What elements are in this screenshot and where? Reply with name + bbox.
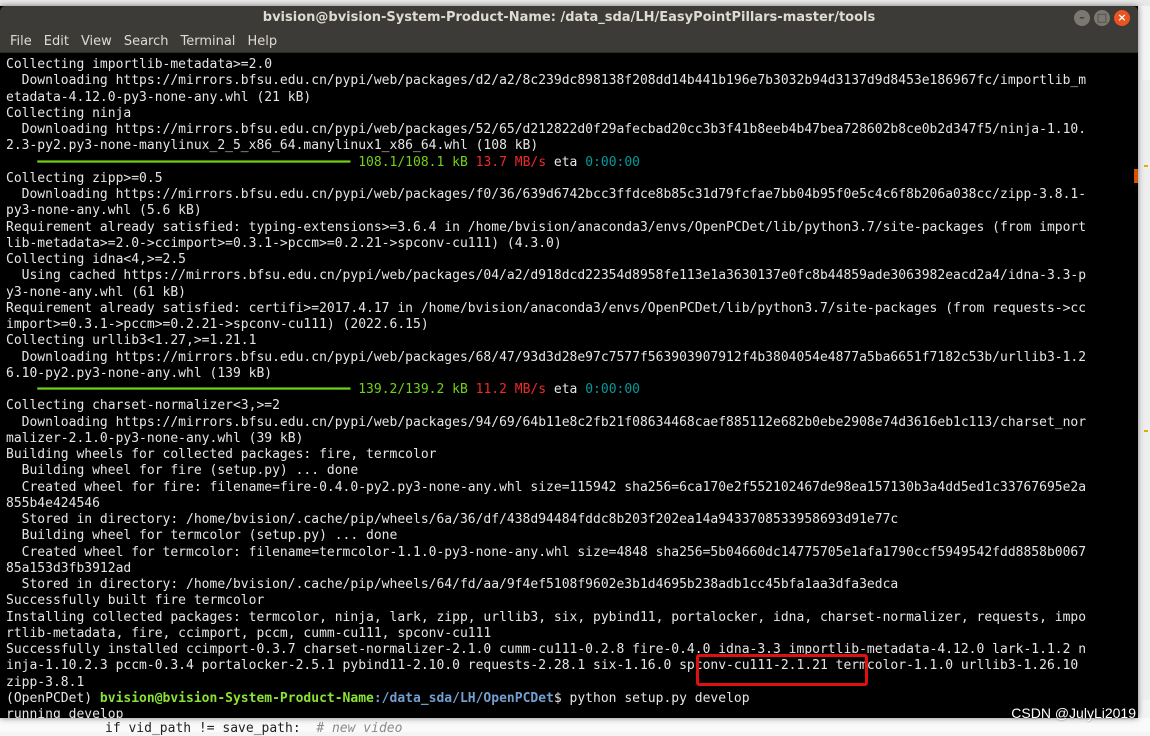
window-controls: – □ × bbox=[1074, 10, 1130, 26]
terminal-line: Requirement already satisfied: certifi>=… bbox=[6, 300, 1087, 316]
terminal-line: Successfully built fire termcolor bbox=[6, 593, 265, 609]
progress-line: ━━━━━━━━━━━━━━━━━━━━━━━━━━━━━━━━━━━━━━━━… bbox=[6, 382, 1128, 398]
terminal-line: y3-none-any.whl (61 kB) bbox=[6, 284, 187, 300]
close-button[interactable]: × bbox=[1114, 10, 1130, 26]
terminal-line: Collecting importlib-metadata>=2.0 bbox=[6, 57, 273, 72]
terminal-line: Stored in directory: /home/bvision/.cach… bbox=[6, 512, 899, 527]
progress-done: 108.1/108.1 kB bbox=[358, 154, 468, 170]
terminal-line: Requirement already satisfied: typing-ex… bbox=[6, 219, 1087, 235]
terminal-line: Collecting ninja bbox=[6, 105, 132, 121]
terminal-line: 6.10-py2.py3-none-any.whl (139 kB) bbox=[6, 365, 273, 381]
window-title: bvision@bvision-System-Product-Name: /da… bbox=[262, 10, 876, 25]
terminal-line: malizer-2.1.0-py3-none-any.whl (39 kB) bbox=[6, 430, 304, 446]
terminal-line: Created wheel for fire: filename=fire-0.… bbox=[6, 479, 1087, 495]
prompt-symbol: $ bbox=[553, 690, 570, 706]
progress-indent bbox=[6, 382, 37, 397]
background-editor-gutter bbox=[1142, 80, 1150, 700]
prompt-env: (OpenPCDet) bbox=[6, 690, 100, 706]
progress-speed: 13.7 MB/s bbox=[475, 154, 547, 170]
terminal-line: running develop bbox=[6, 707, 124, 718]
terminal-line: lib-metadata>=2.0->ccimport>=0.3.1->pccm… bbox=[6, 235, 562, 251]
menu-file[interactable]: File bbox=[4, 34, 38, 49]
highlight-box bbox=[696, 654, 868, 686]
terminal-line: import>=0.3.1->pccm>=0.2.21->spconv-cu11… bbox=[6, 317, 429, 332]
terminal-line: Building wheels for collected packages: … bbox=[6, 447, 437, 462]
maximize-button[interactable]: □ bbox=[1094, 10, 1110, 26]
progress-line: ━━━━━━━━━━━━━━━━━━━━━━━━━━━━━━━━━━━━━━━━… bbox=[6, 155, 1128, 171]
terminal-output[interactable]: Collecting importlib-metadata>=2.0 Downl… bbox=[0, 53, 1138, 718]
terminal-line: Building wheel for fire (setup.py) ... d… bbox=[6, 463, 359, 479]
gutter-mark bbox=[1144, 165, 1148, 167]
terminal-line: Using cached https://mirrors.bfsu.edu.cn… bbox=[6, 268, 1087, 284]
terminal-window: bvision@bvision-System-Product-Name: /da… bbox=[0, 6, 1138, 718]
menu-terminal[interactable]: Terminal bbox=[174, 34, 241, 49]
progress-eta-label: eta bbox=[553, 382, 578, 397]
terminal-line: 2.3-py2.py3-none-manylinux_2_5_x86_64.ma… bbox=[6, 138, 539, 154]
progress-bar: ━━━━━━━━━━━━━━━━━━━━━━━━━━━━━━━━━━━━━━━━ bbox=[37, 154, 351, 170]
terminal-line: Successfully installed ccimport-0.3.7 ch… bbox=[6, 642, 1087, 657]
background-code-line: if vid_path != save_path: # new video bbox=[105, 721, 402, 736]
terminal-line: Downloading https://mirrors.bfsu.edu.cn/… bbox=[6, 414, 1087, 430]
gutter-mark bbox=[1144, 430, 1148, 432]
terminal-line: Collecting charset-normalizer<3,>=2 bbox=[6, 398, 280, 414]
progress-speed: 11.2 MB/s bbox=[475, 382, 547, 397]
prompt-user-host: bvision@bvision-System-Product-Name bbox=[99, 690, 374, 706]
shell-prompt: (OpenPCDet) bvision@bvision-System-Produ… bbox=[6, 691, 1128, 707]
progress-done: 139.2/139.2 kB bbox=[358, 382, 468, 397]
terminal-line: etadata-4.12.0-py3-none-any.whl (21 kB) bbox=[6, 89, 312, 105]
terminal-line: Building wheel for termcolor (setup.py) … bbox=[6, 528, 398, 544]
menu-edit[interactable]: Edit bbox=[38, 34, 75, 49]
background-code-comment: # new video bbox=[316, 721, 403, 736]
terminal-line: Downloading https://mirrors.bfsu.edu.cn/… bbox=[6, 349, 1087, 365]
minimize-button[interactable]: – bbox=[1074, 10, 1090, 26]
terminal-line: Created wheel for termcolor: filename=te… bbox=[6, 544, 1087, 560]
terminal-lines: Collecting importlib-metadata>=2.0 Downl… bbox=[6, 57, 1128, 718]
terminal-line: Installing collected packages: termcolor… bbox=[6, 609, 1087, 625]
window-titlebar[interactable]: bvision@bvision-System-Product-Name: /da… bbox=[0, 6, 1138, 30]
watermark: CSDN @JulyLi2019 bbox=[1011, 705, 1136, 721]
progress-bar: ━━━━━━━━━━━━━━━━━━━━━━━━━━━━━━━━━━━━━━━━ bbox=[37, 382, 351, 397]
terminal-line: Downloading https://mirrors.bfsu.edu.cn/… bbox=[6, 122, 1087, 137]
terminal-line: zipp-3.8.1 bbox=[6, 674, 85, 690]
terminal-line: Stored in directory: /home/bvision/.cach… bbox=[6, 577, 899, 592]
terminal-line: py3-none-any.whl (5.6 kB) bbox=[6, 203, 202, 219]
terminal-line: Collecting idna<4,>=2.5 bbox=[6, 252, 187, 267]
progress-eta: 0:00:00 bbox=[585, 382, 641, 397]
scrollbar-marker bbox=[1134, 169, 1138, 183]
terminal-line: Downloading https://mirrors.bfsu.edu.cn/… bbox=[6, 73, 1087, 89]
prompt-path: :/data_sda/LH/OpenPCDet bbox=[373, 690, 554, 706]
progress-eta: 0:00:00 bbox=[585, 154, 641, 170]
terminal-line: 85a153d3fb3912ad bbox=[6, 560, 132, 576]
terminal-line: Collecting urllib3<1.27,>=1.21.1 bbox=[6, 333, 257, 349]
background-code-text: if vid_path != save_path: bbox=[105, 721, 301, 736]
progress-indent bbox=[6, 155, 37, 170]
menu-help[interactable]: Help bbox=[241, 34, 283, 49]
menu-search[interactable]: Search bbox=[118, 34, 175, 49]
menu-bar: File Edit View Search Terminal Help bbox=[0, 30, 1138, 53]
terminal-line: inja-1.10.2.3 pccm-0.3.4 portalocker-2.5… bbox=[6, 658, 1079, 674]
menu-view[interactable]: View bbox=[75, 34, 118, 49]
terminal-line: 855b4e424546 bbox=[6, 495, 100, 511]
terminal-line: rtlib-metadata, fire, ccimport, pccm, cu… bbox=[6, 625, 492, 641]
terminal-line: Collecting zipp>=0.5 bbox=[6, 170, 163, 186]
progress-eta-label: eta bbox=[553, 154, 578, 170]
terminal-line: Downloading https://mirrors.bfsu.edu.cn/… bbox=[6, 187, 1087, 202]
prompt-command: python setup.py develop bbox=[569, 690, 750, 706]
